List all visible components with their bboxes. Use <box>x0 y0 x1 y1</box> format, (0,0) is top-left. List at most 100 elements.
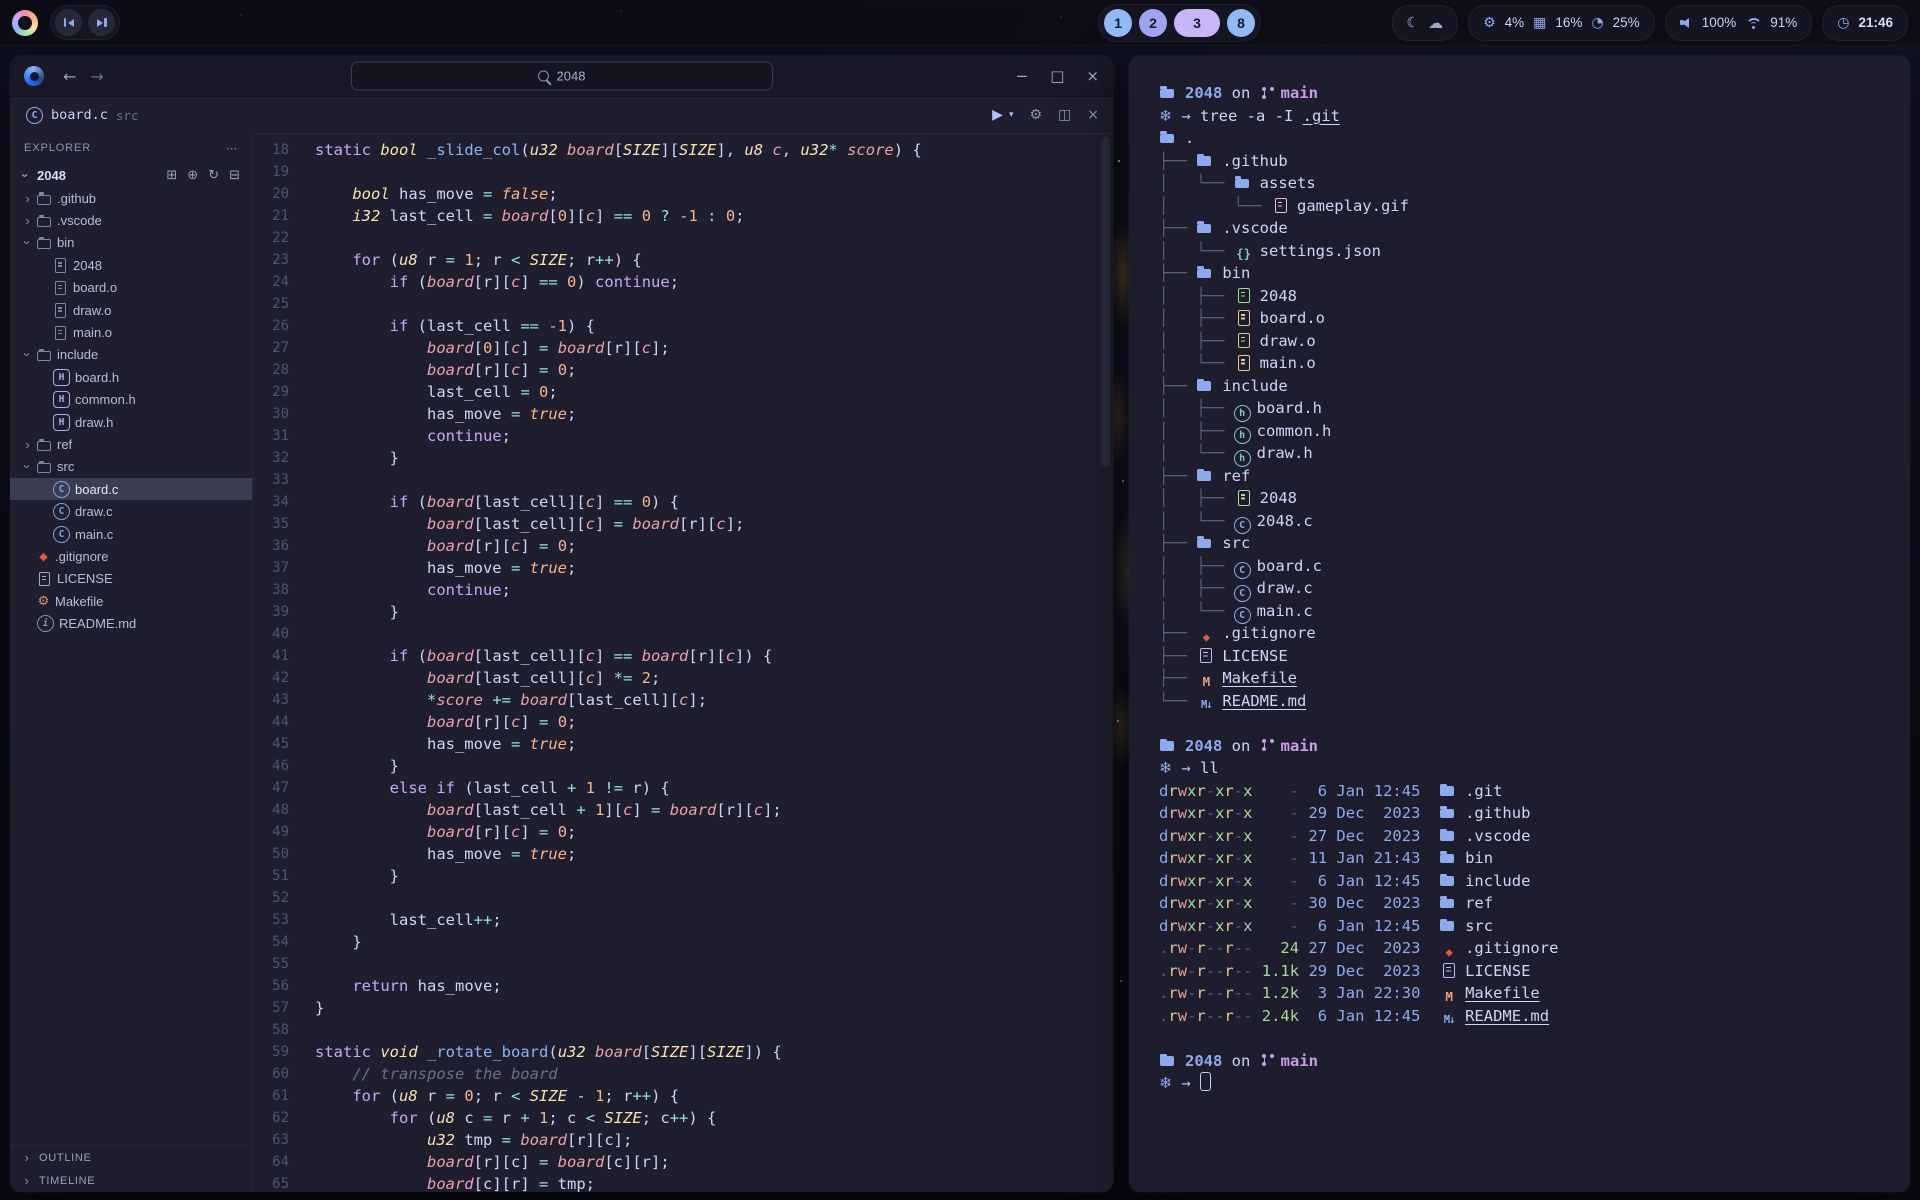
code-line[interactable]: 43 *score += board[last_cell][c]; <box>253 689 1113 711</box>
media-next-button[interactable] <box>88 9 115 36</box>
more-icon[interactable]: ⋯ <box>226 142 238 155</box>
code-line[interactable]: 51 } <box>253 865 1113 887</box>
code-line[interactable]: 20 bool has_move = false; <box>253 183 1113 205</box>
code-line[interactable]: 54 } <box>253 931 1113 953</box>
tree-item-board.c[interactable]: ›Cboard.c <box>10 478 252 500</box>
code-line[interactable]: 23 for (u8 r = 1; r < SIZE; r++) { <box>253 249 1113 271</box>
code-line[interactable]: 42 board[last_cell][c] *= 2; <box>253 667 1113 689</box>
tree-item-draw.o[interactable]: ›draw.o <box>10 299 252 321</box>
code-line[interactable]: 28 board[r][c] = 0; <box>253 359 1113 381</box>
new-file-button[interactable]: ⊞ <box>166 168 177 183</box>
code-line[interactable]: 40 <box>253 623 1113 645</box>
outline-panel[interactable]: › OUTLINE <box>10 1146 252 1169</box>
workspace-pill-1[interactable]: 1 <box>1104 9 1132 37</box>
code-line[interactable]: 60 // transpose the board <box>253 1063 1113 1085</box>
code-line[interactable]: 45 has_move = true; <box>253 733 1113 755</box>
tree-item-board.h[interactable]: ›Hboard.h <box>10 366 252 388</box>
code-line[interactable]: 38 continue; <box>253 579 1113 601</box>
code-line[interactable]: 48 board[last_cell + 1][c] = board[r][c]… <box>253 799 1113 821</box>
collapse-all-button[interactable]: ⊟ <box>229 168 240 183</box>
maximize-button[interactable]: □ <box>1050 67 1064 85</box>
code-line[interactable]: 31 continue; <box>253 425 1113 447</box>
code-line[interactable]: 24 if (board[r][c] == 0) continue; <box>253 271 1113 293</box>
new-folder-button[interactable]: ⊕ <box>187 168 198 183</box>
code-line[interactable]: 18static bool _slide_col(u32 board[SIZE]… <box>253 139 1113 161</box>
tree-item-draw.c[interactable]: ›Cdraw.c <box>10 500 252 522</box>
tree-item-main.o[interactable]: ›main.o <box>10 321 252 343</box>
code-line[interactable]: 59static void _rotate_board(u32 board[SI… <box>253 1041 1113 1063</box>
run-dropdown-icon[interactable]: ▾ <box>1009 110 1014 120</box>
editor-scrollbar[interactable] <box>1101 137 1110 467</box>
back-icon[interactable]: ← <box>63 67 76 86</box>
split-editor-button[interactable]: ◫ <box>1058 107 1071 123</box>
workspace-pill-2[interactable]: 2 <box>1139 9 1167 37</box>
workspace-pill-3-active[interactable]: 3 <box>1174 9 1220 37</box>
code-line[interactable]: 34 if (board[last_cell][c] == 0) { <box>253 491 1113 513</box>
code-line[interactable]: 50 has_move = true; <box>253 843 1113 865</box>
weather-widget[interactable]: ☾ ☁ <box>1392 5 1459 41</box>
tree-item-common.h[interactable]: ›Hcommon.h <box>10 389 252 411</box>
tree-item-src[interactable]: ›src <box>10 456 252 478</box>
tree-item-ref[interactable]: ›ref <box>10 433 252 455</box>
minimize-button[interactable]: − <box>1016 67 1029 85</box>
code-line[interactable]: 63 u32 tmp = board[r][c]; <box>253 1129 1113 1151</box>
clock-widget[interactable]: ◷ 21:46 <box>1822 5 1908 41</box>
code-line[interactable]: 21 i32 last_cell = board[0][c] == 0 ? -1… <box>253 205 1113 227</box>
code-line[interactable]: 32 } <box>253 447 1113 469</box>
code-line[interactable]: 30 has_move = true; <box>253 403 1113 425</box>
code-line[interactable]: 22 <box>253 227 1113 249</box>
tree-item-draw.h[interactable]: ›Hdraw.h <box>10 411 252 433</box>
audio-network-widget[interactable]: 100% 91% <box>1665 5 1813 41</box>
code-line[interactable]: 39 } <box>253 601 1113 623</box>
code-line[interactable]: 58 <box>253 1019 1113 1041</box>
code-line[interactable]: 25 <box>253 293 1113 315</box>
code-line[interactable]: 27 board[0][c] = board[r][c]; <box>253 337 1113 359</box>
editor-titlebar[interactable]: ← → 2048 − □ × <box>10 56 1113 97</box>
code-line[interactable]: 26 if (last_cell == -1) { <box>253 315 1113 337</box>
media-prev-button[interactable] <box>55 9 82 36</box>
code-line[interactable]: 64 board[r][c] = board[c][r]; <box>253 1151 1113 1173</box>
code-line[interactable]: 36 board[r][c] = 0; <box>253 535 1113 557</box>
forward-icon[interactable]: → <box>90 67 103 86</box>
settings-icon[interactable]: ⚙ <box>1029 107 1042 123</box>
code-line[interactable]: 47 else if (last_cell + 1 != r) { <box>253 777 1113 799</box>
tree-item-bin[interactable]: ›bin <box>10 232 252 254</box>
refresh-button[interactable]: ↻ <box>208 168 219 183</box>
tree-item-.github[interactable]: ›.github <box>10 187 252 209</box>
app-launcher-icon[interactable] <box>12 10 38 36</box>
code-line[interactable]: 29 last_cell = 0; <box>253 381 1113 403</box>
tree-item-README.md[interactable]: ›iREADME.md <box>10 612 252 634</box>
run-button[interactable]: ▶ <box>992 107 1003 123</box>
code-line[interactable]: 57} <box>253 997 1113 1019</box>
code-line[interactable]: 56 return has_move; <box>253 975 1113 997</box>
code-line[interactable]: 65 board[c][r] = tmp; <box>253 1173 1113 1192</box>
workspace-pill-8[interactable]: 8 <box>1227 9 1255 37</box>
code-line[interactable]: 35 board[last_cell][c] = board[r][c]; <box>253 513 1113 535</box>
code-line[interactable]: 62 for (u8 c = r + 1; c < SIZE; c++) { <box>253 1107 1113 1129</box>
code-line[interactable]: 49 board[r][c] = 0; <box>253 821 1113 843</box>
tree-item-board.o[interactable]: ›board.o <box>10 277 252 299</box>
close-editor-button[interactable]: × <box>1087 107 1099 123</box>
code-line[interactable]: 61 for (u8 r = 0; r < SIZE - 1; r++) { <box>253 1085 1113 1107</box>
code-line[interactable]: 55 <box>253 953 1113 975</box>
code-line[interactable]: 19 <box>253 161 1113 183</box>
code-line[interactable]: 37 has_move = true; <box>253 557 1113 579</box>
tree-item-main.c[interactable]: ›Cmain.c <box>10 523 252 545</box>
close-button[interactable]: × <box>1086 67 1099 85</box>
search-bar[interactable]: 2048 <box>351 62 773 91</box>
code-line[interactable]: 41 if (board[last_cell][c] == board[r][c… <box>253 645 1113 667</box>
timeline-panel[interactable]: › TIMELINE <box>10 1169 252 1192</box>
tree-item-LICENSE[interactable]: ›LICENSE <box>10 568 252 590</box>
tree-item-Makefile[interactable]: ›⚙Makefile <box>10 590 252 612</box>
terminal-output[interactable]: 2048 on main❄ → tree -a -I .git.├── .git… <box>1129 56 1910 1192</box>
system-stats-widget[interactable]: ⚙ 4% ▦ 16% ◔ 25% <box>1468 5 1655 41</box>
project-root-row[interactable]: › 2048 ⊞ ⊕ ↻ ⊟ <box>10 163 252 187</box>
code-line[interactable]: 44 board[r][c] = 0; <box>253 711 1113 733</box>
tree-item-include[interactable]: ›include <box>10 344 252 366</box>
terminal-window[interactable]: 2048 on main❄ → tree -a -I .git.├── .git… <box>1129 56 1910 1192</box>
tree-item-2048[interactable]: ›2048 <box>10 254 252 276</box>
code-line[interactable]: 52 <box>253 887 1113 909</box>
tree-item-.gitignore[interactable]: ›◆.gitignore <box>10 545 252 567</box>
tab-board-c[interactable]: C board.c src <box>26 107 138 124</box>
code-editor[interactable]: 18static bool _slide_col(u32 board[SIZE]… <box>253 133 1113 1192</box>
